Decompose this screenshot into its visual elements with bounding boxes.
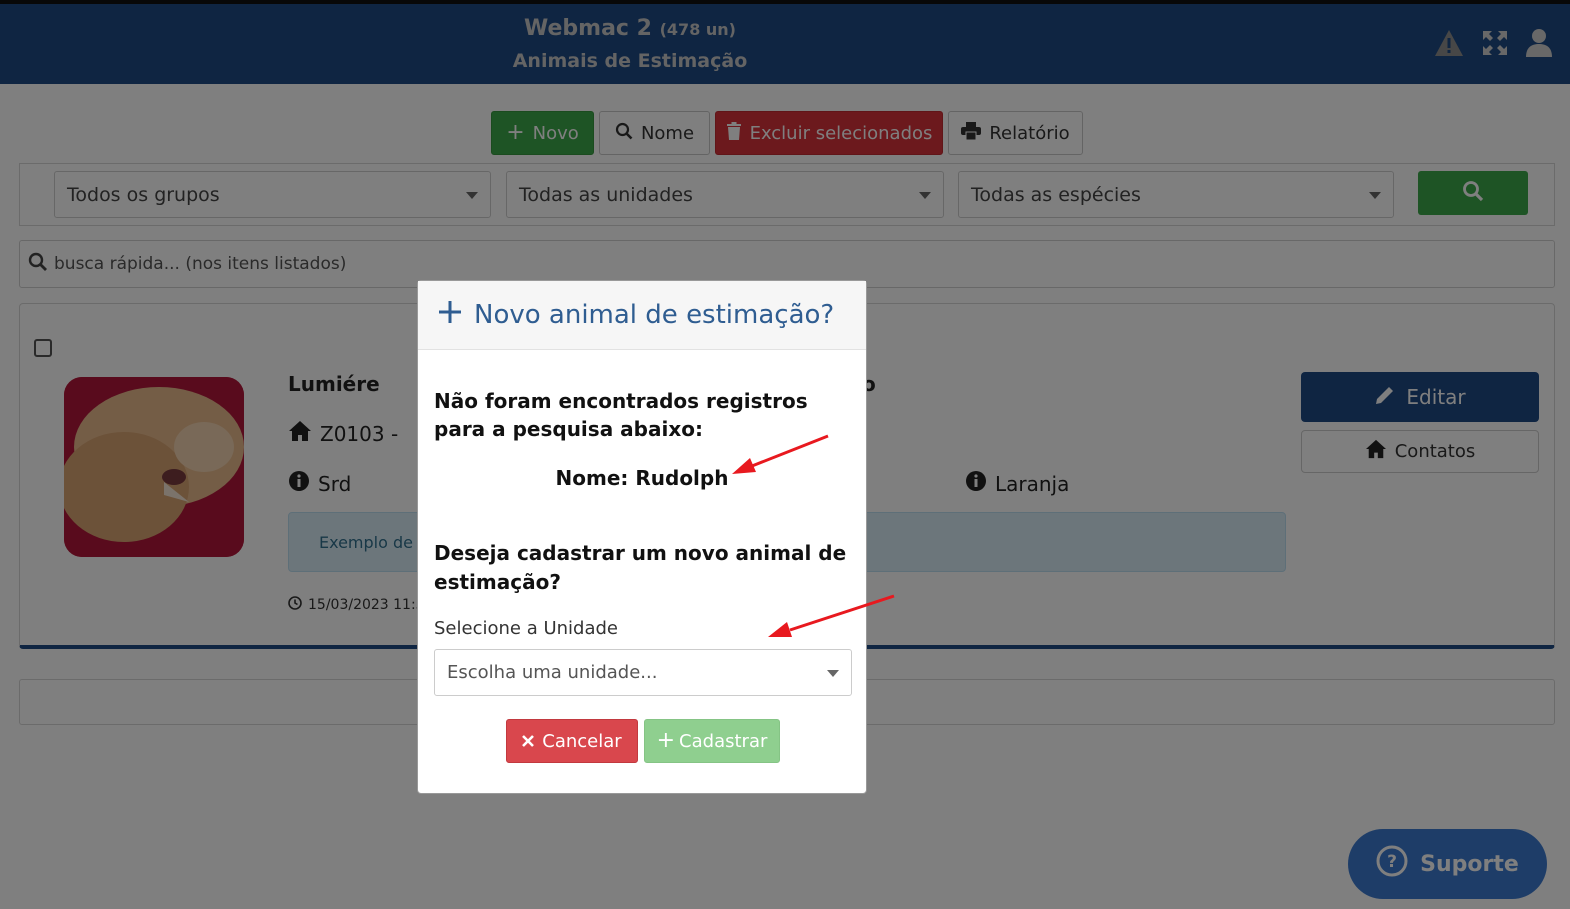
dialog-title: Novo animal de estimação?	[474, 300, 835, 330]
search-term: Nome: Rudolph	[555, 466, 729, 490]
close-icon	[522, 731, 535, 752]
register-question: Deseja cadastrar um novo animal de estim…	[434, 541, 847, 594]
caret-down-icon	[827, 670, 839, 677]
dialog-header: Novo animal de estimação?	[418, 281, 866, 350]
register-button[interactable]: + Cadastrar	[644, 719, 780, 763]
plus-icon	[438, 300, 462, 331]
cancel-button[interactable]: Cancelar	[506, 719, 638, 763]
no-results-message: Não foram encontrados registros para a p…	[434, 389, 808, 441]
plus-icon: +	[656, 728, 676, 753]
unit-dropdown[interactable]: Escolha uma unidade...	[434, 649, 852, 696]
new-pet-dialog: Novo animal de estimação? Não foram enco…	[417, 280, 867, 794]
unit-field-label: Selecione a Unidade	[434, 618, 618, 639]
